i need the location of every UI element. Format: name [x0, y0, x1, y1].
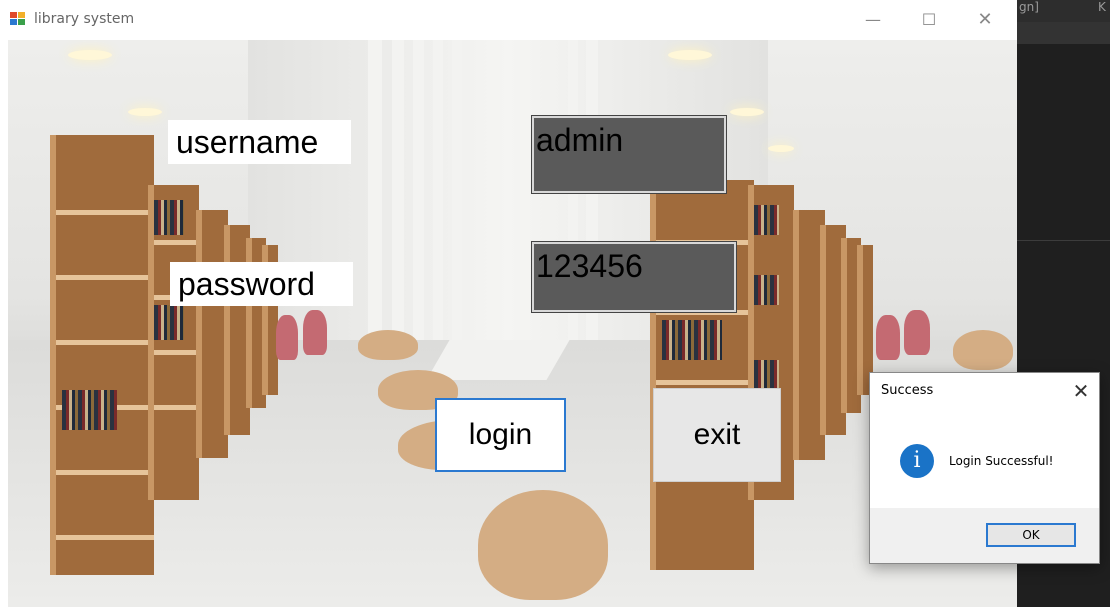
password-input[interactable]: 123456: [531, 241, 737, 313]
maximize-button[interactable]: ☐: [906, 0, 952, 40]
window-title: library system: [34, 11, 135, 27]
library-system-window: library system — ☐ ✕ username password a…: [0, 0, 1017, 607]
username-label: username: [168, 120, 351, 164]
exit-button[interactable]: exit: [653, 388, 781, 482]
library-background-image: [8, 40, 1017, 607]
close-button[interactable]: ✕: [962, 0, 1008, 40]
username-input[interactable]: admin: [531, 115, 727, 194]
ide-toolbar: [1017, 22, 1110, 44]
ide-tab-fragment[interactable]: gn]: [1019, 0, 1039, 14]
dialog-message: Login Successful!: [949, 454, 1054, 468]
dialog-title: Success: [881, 383, 934, 398]
ide-tab-fragment-2[interactable]: K: [1098, 0, 1106, 14]
info-icon: i: [900, 444, 934, 478]
app-icon: [10, 12, 26, 26]
ok-button[interactable]: OK: [986, 523, 1076, 547]
ide-divider: [1017, 240, 1110, 241]
minimize-button[interactable]: —: [850, 0, 896, 40]
login-button[interactable]: login: [435, 398, 566, 472]
success-dialog: Success ✕ i Login Successful! OK: [869, 372, 1100, 564]
password-label: password: [170, 262, 353, 306]
close-icon[interactable]: ✕: [1066, 377, 1096, 405]
title-bar: library system — ☐ ✕: [0, 0, 1017, 40]
